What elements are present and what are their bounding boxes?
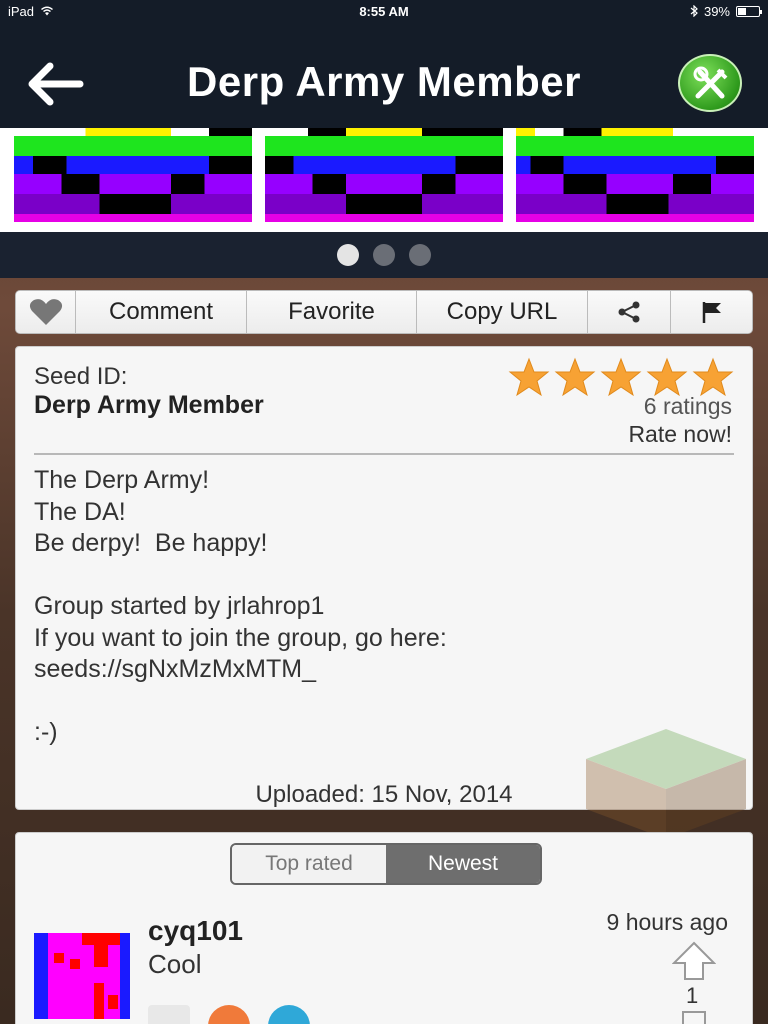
page-dot[interactable] [337, 244, 359, 266]
seed-info-card: Seed ID: Derp Army Member 6 ratings Rate… [15, 346, 753, 839]
page-dot[interactable] [409, 244, 431, 266]
block-icon[interactable] [208, 1005, 250, 1024]
seed-gallery[interactable] [0, 128, 768, 232]
comment-button[interactable]: Comment [76, 291, 247, 333]
status-bar: iPad 8:55 AM 39% [0, 0, 768, 22]
battery-percent: 39% [703, 3, 730, 19]
seed-thumbnail[interactable] [265, 128, 503, 222]
rating-stars[interactable] [508, 357, 734, 397]
tools-icon [693, 66, 728, 99]
star-icon[interactable] [692, 357, 734, 397]
upload-date: Uploaded: 15 Nov, 2014 [255, 781, 513, 808]
ratings-count: 6 ratings [643, 393, 732, 419]
device-label: iPad [8, 3, 35, 19]
share-button[interactable] [588, 291, 671, 333]
tab-newest[interactable]: Newest [386, 845, 540, 883]
comments-card: Top rated Newest cyq101 Cool 9 hours ago… [15, 832, 753, 1024]
seed-thumbnail[interactable] [516, 128, 754, 222]
tools-button[interactable] [678, 54, 742, 112]
comment-sort-control: Top rated Newest [230, 843, 542, 885]
seed-description: The Derp Army! The DA! Be derpy! Be happ… [34, 466, 447, 746]
bluetooth-icon [690, 5, 698, 17]
nav-bar: Derp Army Member [0, 22, 768, 128]
star-icon[interactable] [646, 357, 688, 397]
comment-username[interactable]: cyq101 [148, 915, 243, 947]
comment-time: 9 hours ago [606, 909, 728, 935]
share-icon [618, 301, 640, 323]
upvote-button[interactable] [671, 941, 717, 981]
seed-id-label: Seed ID: [34, 363, 128, 390]
downvote-button[interactable] [682, 1011, 706, 1024]
seed-name: Derp Army Member [34, 391, 264, 419]
wifi-icon [41, 6, 54, 16]
upvote-arrow-icon [671, 941, 717, 980]
seed-thumbnail[interactable] [14, 128, 252, 222]
comment-actions [148, 1005, 310, 1024]
like-button[interactable] [16, 291, 76, 333]
page-dot[interactable] [373, 244, 395, 266]
favorite-button[interactable]: Favorite [247, 291, 417, 333]
star-icon[interactable] [554, 357, 596, 397]
rate-now-link[interactable]: Rate now! [628, 421, 732, 448]
star-icon[interactable] [600, 357, 642, 397]
reply-icon[interactable] [268, 1005, 310, 1024]
star-icon[interactable] [508, 357, 550, 397]
copy-url-button[interactable]: Copy URL [417, 291, 588, 333]
status-time: 8:55 AM [359, 3, 409, 19]
action-toolbar: Comment Favorite Copy URL [15, 290, 753, 334]
tab-top-rated[interactable]: Top rated [232, 845, 386, 883]
flag-button[interactable] [671, 291, 752, 333]
status-left: iPad [8, 4, 54, 19]
heart-icon [29, 299, 62, 325]
vote-count: 1 [686, 983, 699, 1008]
status-right: 39% [690, 3, 762, 19]
divider [34, 453, 734, 455]
battery-icon [736, 5, 762, 17]
flag-icon [702, 302, 721, 323]
avatar[interactable] [34, 933, 130, 1019]
page-indicator[interactable] [0, 244, 768, 266]
message-icon[interactable] [148, 1005, 190, 1024]
comment-text: Cool [148, 949, 202, 979]
page-title: Derp Army Member [187, 58, 581, 105]
